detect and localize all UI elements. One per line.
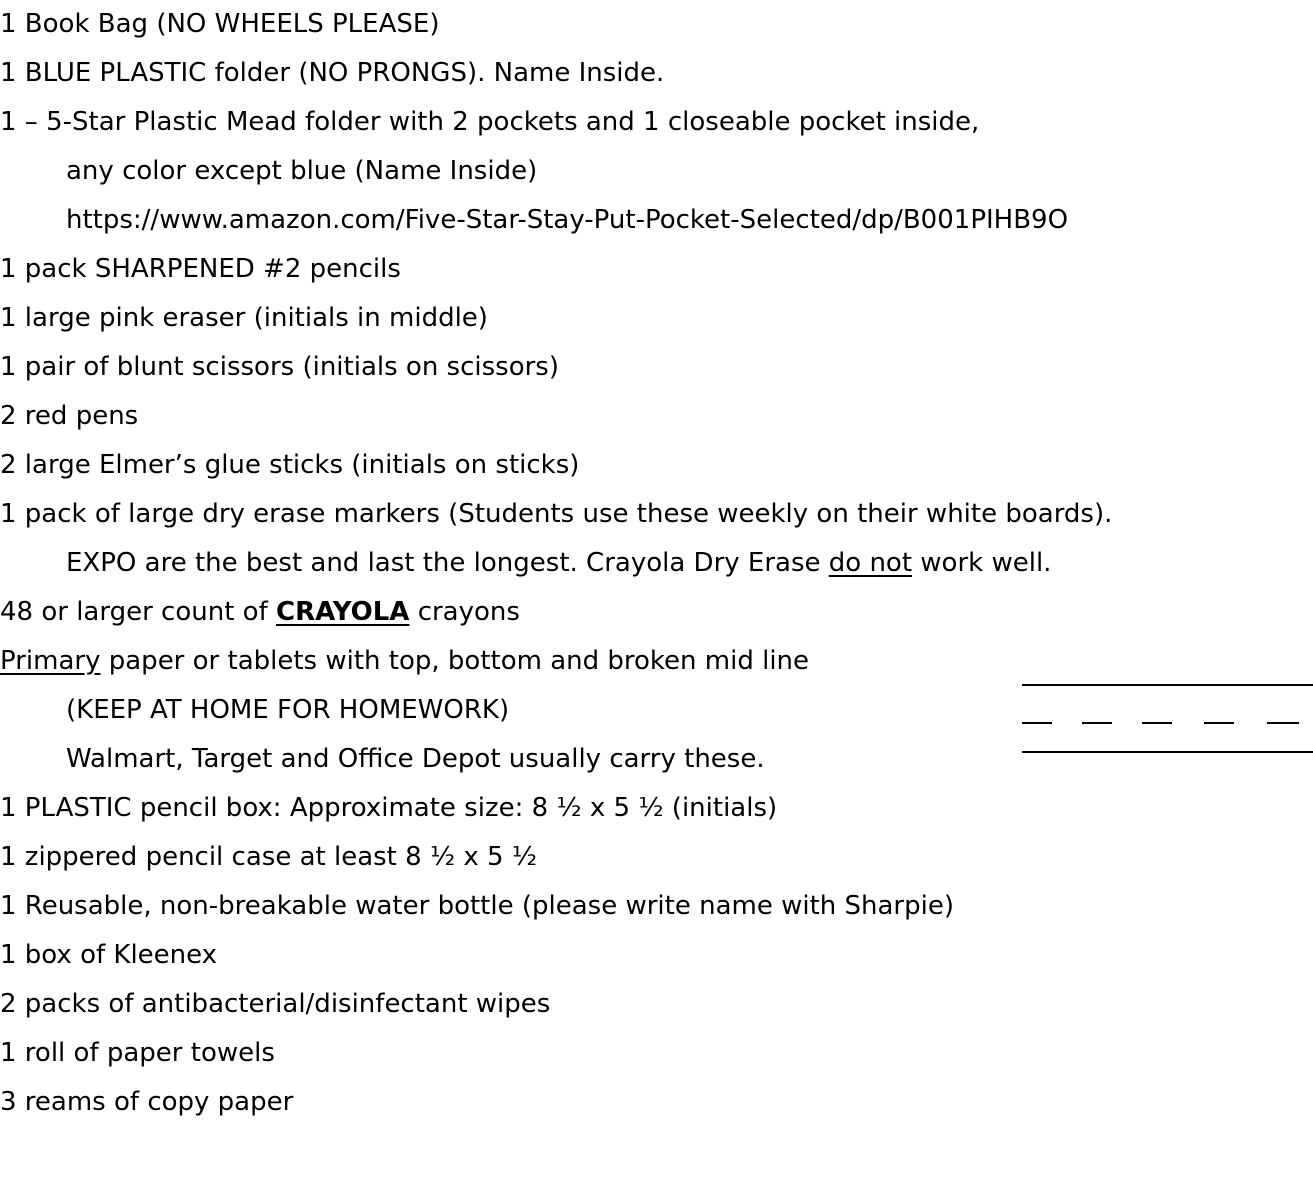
list-item: 1 roll of paper towels — [0, 1038, 275, 1068]
list-item: 1 pack of large dry erase markers (Stude… — [0, 499, 1113, 529]
brand-emphasis: CRAYOLA — [276, 597, 410, 627]
supply-list-document: 1 Book Bag (NO WHEELS PLEASE) 1 BLUE PLA… — [0, 0, 1313, 1191]
list-item-detail: EXPO are the best and last the longest. … — [66, 548, 1052, 578]
list-item: 1 box of Kleenex — [0, 940, 218, 970]
list-item: 1 large pink eraser (initials in middle) — [0, 303, 488, 333]
list-item-detail: any color except blue (Name Inside) — [66, 156, 538, 186]
product-url: https://www.amazon.com/Five-Star-Stay-Pu… — [66, 205, 1069, 235]
list-item: 1 BLUE PLASTIC folder (NO PRONGS). Name … — [0, 58, 665, 88]
list-item: 1 PLASTIC pencil box: Approximate size: … — [0, 793, 778, 823]
underlined-text: do not — [828, 548, 913, 578]
list-item: 1 – 5-Star Plastic Mead folder with 2 po… — [0, 107, 980, 137]
broken-mid-line-segment — [1267, 722, 1299, 724]
list-item-detail: Walmart, Target and Office Depot usually… — [66, 744, 765, 774]
broken-mid-line-segment — [1082, 722, 1112, 724]
list-item: 2 packs of antibacterial/disinfectant wi… — [0, 989, 551, 1019]
list-item-detail: (KEEP AT HOME FOR HOMEWORK) — [66, 695, 510, 725]
list-item: 1 zippered pencil case at least 8 ½ x 5 … — [0, 842, 538, 872]
list-item: Primary paper or tablets with top, botto… — [0, 646, 810, 676]
bottom-line — [1022, 751, 1313, 753]
broken-mid-line-segment — [1022, 722, 1052, 724]
list-item: 1 Reusable, non-breakable water bottle (… — [0, 891, 954, 921]
list-item: 1 pack SHARPENED #2 pencils — [0, 254, 401, 284]
list-item: 3 reams of copy paper — [0, 1087, 294, 1117]
list-item: 1 pair of blunt scissors (initials on sc… — [0, 352, 559, 382]
list-item: 1 Book Bag (NO WHEELS PLEASE) — [0, 9, 440, 39]
underlined-text: Primary — [0, 646, 101, 676]
list-item: 2 large Elmer’s glue sticks (initials on… — [0, 450, 580, 480]
list-item: 48 or larger count of CRAYOLA crayons — [0, 597, 520, 627]
list-item: 2 red pens — [0, 401, 139, 431]
broken-mid-line-segment — [1142, 722, 1172, 724]
top-line — [1022, 684, 1313, 686]
broken-mid-line-segment — [1204, 722, 1234, 724]
